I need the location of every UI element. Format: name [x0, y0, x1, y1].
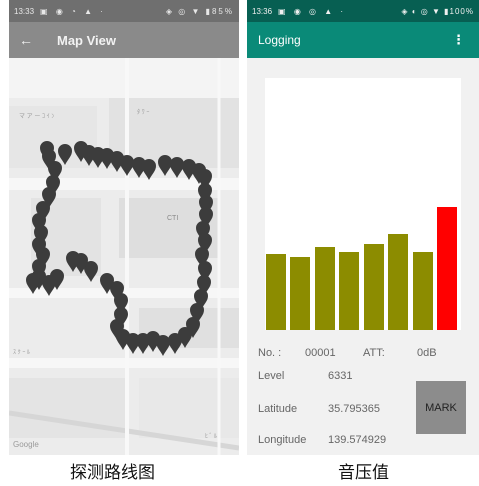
- arrow-back-icon[interactable]: ←: [9, 32, 43, 48]
- status-bar: 13:33 ▣ ◉ ◔ ▲ · ◈ ◎ ▼ ▮85%: [9, 0, 239, 22]
- status-bar: 13:36 ▣ ◉ ◎ ▲ · ◈ ◐ ◎ ▼ ▮100%: [247, 0, 479, 22]
- status-time: 13:36: [252, 6, 273, 16]
- map-caption: 探测路线图: [70, 463, 155, 483]
- map-view-screen: 13:33 ▣ ◉ ◔ ▲ · ◈ ◎ ▼ ▮85% ← Map View マ …: [9, 0, 239, 455]
- level-bar-5: [363, 244, 384, 330]
- att-value: 0dB: [417, 347, 437, 359]
- google-logo: Google: [13, 440, 39, 449]
- latitude-label: Latitude: [258, 403, 298, 415]
- svg-text:マ ア ー ｺ ｲ ﾝ: マ ア ー ｺ ｲ ﾝ: [19, 113, 54, 120]
- att-label: ATT:: [363, 347, 385, 359]
- status-notification-icons: ▣ ◉ ◎ ▲ ·: [278, 6, 347, 16]
- page-title: Map View: [57, 32, 117, 48]
- svg-text:ﾋ ﾞ ﾙ: ﾋ ﾞ ﾙ: [205, 433, 217, 440]
- level-bar-1: [265, 254, 286, 330]
- svg-text:ｽ ｸ ｰ ﾙ: ｽ ｸ ｰ ﾙ: [13, 349, 30, 356]
- no-label: No. :: [258, 347, 282, 359]
- status-notification-icons: ▣ ◉ ◔ ▲ ·: [40, 6, 106, 16]
- logging-caption: 音压值: [338, 463, 389, 483]
- status-system-icons: ◈ ◎ ▼ ▮85%: [165, 6, 234, 16]
- level-bar-6: [388, 234, 408, 330]
- page-title: Logging: [258, 33, 301, 47]
- logging-content: No. : 00001 ATT: 0dB Level 6331 Latitude…: [247, 58, 479, 455]
- mark-button[interactable]: MARK: [416, 381, 466, 434]
- latitude-value: 35.795365: [328, 403, 380, 415]
- app-bar: ← Map View: [9, 22, 239, 58]
- no-value: 00001: [305, 347, 336, 359]
- level-label: Level: [258, 370, 285, 382]
- longitude-value: 139.574929: [328, 434, 387, 446]
- logging-screen: 13:36 ▣ ◉ ◎ ▲ · ◈ ◐ ◎ ▼ ▮100% Logging ⋮ …: [247, 0, 479, 455]
- level-bar-7: [412, 252, 433, 330]
- level-bar-chart: [265, 78, 461, 330]
- app-bar: Logging ⋮: [247, 22, 479, 58]
- status-system-icons: ◈ ◐ ◎ ▼ ▮100%: [401, 6, 474, 16]
- svg-text:ﾀ ﾜ ｰ: ﾀ ﾜ ｰ: [137, 109, 149, 116]
- level-value: 6331: [328, 370, 353, 382]
- level-bar-2: [290, 257, 310, 330]
- status-time: 13:33: [14, 6, 35, 16]
- level-bar-8: [437, 207, 457, 330]
- overflow-menu-icon[interactable]: ⋮: [452, 32, 465, 48]
- map-drawing: マ ア ー ｺ ｲ ﾝ ﾀ ﾜ ｰ CTI ｽ ｸ ｰ ﾙ ﾋ ﾞ ﾙ: [9, 58, 239, 455]
- svg-text:CTI: CTI: [167, 215, 178, 222]
- longitude-label: Longitude: [258, 434, 307, 446]
- level-bar-4: [339, 252, 359, 330]
- map-canvas[interactable]: マ ア ー ｺ ｲ ﾝ ﾀ ﾜ ｰ CTI ｽ ｸ ｰ ﾙ ﾋ ﾞ ﾙ Goog…: [9, 58, 239, 455]
- level-bar-3: [314, 247, 335, 330]
